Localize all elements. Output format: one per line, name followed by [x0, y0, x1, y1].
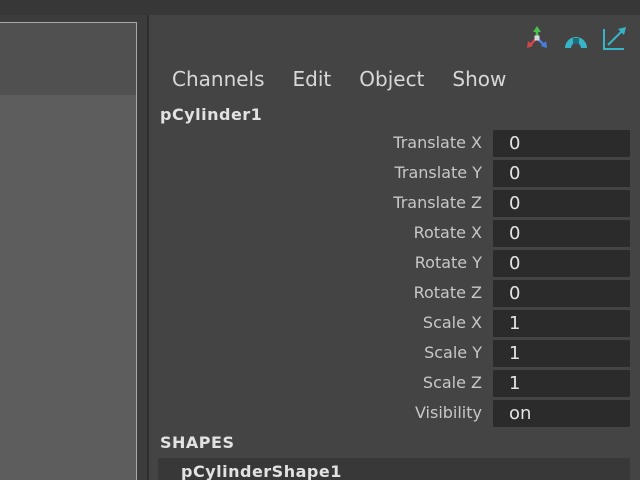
menu-show[interactable]: Show [452, 67, 506, 91]
attr-label[interactable]: Rotate Y [415, 253, 482, 272]
attr-value-field[interactable]: 1 [493, 310, 630, 337]
attr-value-field[interactable]: 0 [493, 190, 630, 217]
attr-value-field[interactable]: 0 [493, 280, 630, 307]
attr-value-field[interactable]: 1 [493, 340, 630, 367]
attribute-editor-toggle-icon[interactable] [600, 23, 630, 53]
menu-object[interactable]: Object [359, 67, 424, 91]
attr-label[interactable]: Scale Y [424, 343, 482, 362]
manipulator-icon[interactable] [522, 23, 552, 53]
top-bar [0, 0, 640, 15]
attr-row-scale-z[interactable]: Scale Z 1 [149, 369, 640, 399]
attr-row-translate-y[interactable]: Translate Y 0 [149, 159, 640, 189]
attr-row-rotate-x[interactable]: Rotate X 0 [149, 219, 640, 249]
attr-row-rotate-y[interactable]: Rotate Y 0 [149, 249, 640, 279]
shape-node-row[interactable]: pCylinderShape1 [158, 458, 630, 480]
attribute-list: Translate X 0 Translate Y 0 Translate Z … [149, 129, 640, 429]
attr-row-scale-y[interactable]: Scale Y 1 [149, 339, 640, 369]
attr-value-field[interactable]: 1 [493, 370, 630, 397]
attr-label[interactable]: Translate Y [394, 163, 482, 182]
viewport-panel [0, 15, 148, 480]
maya-window: Channels Edit Object Show pCylinder1 Tra… [0, 0, 640, 480]
node-name[interactable]: pCylinder1 [160, 105, 262, 124]
menu-channels[interactable]: Channels [172, 67, 265, 91]
attr-label[interactable]: Scale X [423, 313, 482, 332]
attr-value-field[interactable]: 0 [493, 130, 630, 157]
channel-box-layer-icon[interactable] [561, 23, 591, 53]
attr-value-field[interactable]: 0 [493, 220, 630, 247]
attr-row-translate-x[interactable]: Translate X 0 [149, 129, 640, 159]
viewport-header [0, 23, 136, 95]
channel-box: Channels Edit Object Show pCylinder1 Tra… [149, 15, 640, 480]
menu-edit[interactable]: Edit [293, 67, 332, 91]
attr-label[interactable]: Rotate X [414, 223, 482, 242]
shapes-section-header: SHAPES [160, 433, 235, 452]
attr-label[interactable]: Visibility [415, 403, 482, 422]
viewport-frame [0, 22, 137, 480]
attr-row-visibility[interactable]: Visibility on [149, 399, 640, 429]
attr-value-field[interactable]: on [493, 400, 630, 427]
attr-row-scale-x[interactable]: Scale X 1 [149, 309, 640, 339]
attr-label[interactable]: Translate Z [393, 193, 482, 212]
attr-label[interactable]: Rotate Z [414, 283, 482, 302]
attr-value-field[interactable]: 0 [493, 160, 630, 187]
attr-row-rotate-z[interactable]: Rotate Z 0 [149, 279, 640, 309]
channel-box-toolbar [522, 23, 630, 53]
attr-row-translate-z[interactable]: Translate Z 0 [149, 189, 640, 219]
shape-node-name[interactable]: pCylinderShape1 [181, 462, 342, 480]
viewport-canvas[interactable] [0, 95, 136, 480]
attr-value-field[interactable]: 0 [493, 250, 630, 277]
attr-label[interactable]: Scale Z [423, 373, 482, 392]
channel-box-menu-bar: Channels Edit Object Show [172, 67, 506, 91]
attr-label[interactable]: Translate X [393, 133, 482, 152]
